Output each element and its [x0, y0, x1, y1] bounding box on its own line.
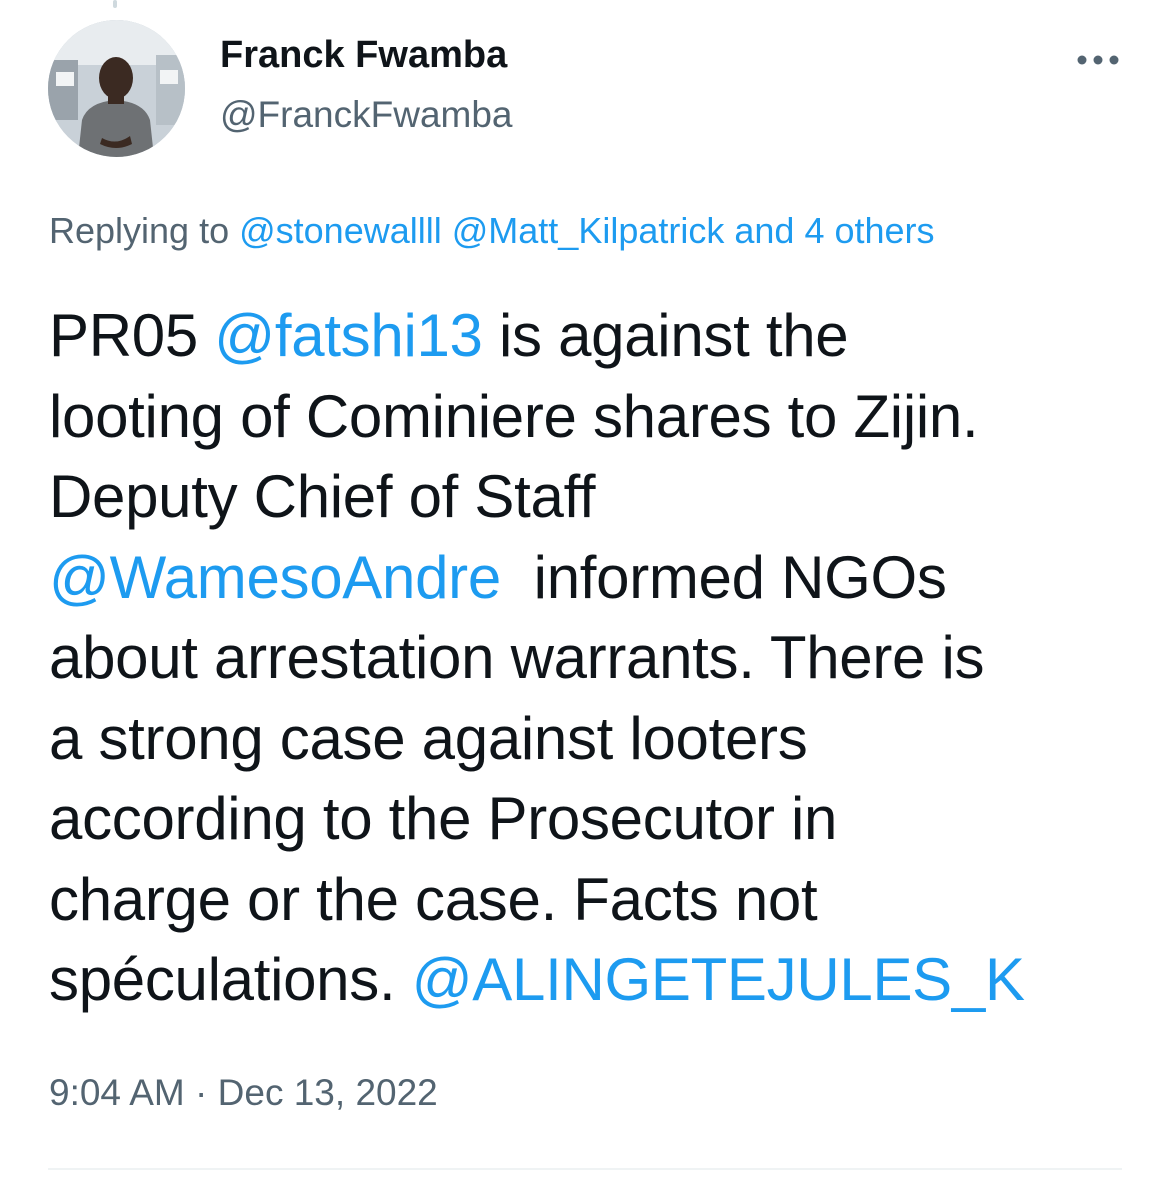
reply-others-link[interactable]: and 4 others [734, 210, 934, 251]
tweet-text-segment: PR05 [49, 302, 215, 369]
tweet-mention-link[interactable]: @WamesoAndre [49, 544, 501, 611]
avatar-photo [48, 20, 185, 157]
more-horizontal-icon [1077, 55, 1119, 65]
avatar[interactable] [48, 20, 185, 157]
tweet-text: PR05 @fatshi13 is against the looting of… [49, 296, 1134, 1021]
tweet-mention-link[interactable]: @ALINGETEJULES_K [412, 946, 1025, 1013]
tweet-time[interactable]: 9:04 AM [49, 1072, 185, 1113]
reply-context-prefix: Replying to [49, 210, 240, 251]
tweet-text-segment: informed NGOs about arrestation warrants… [49, 543, 985, 1014]
thread-connector-line [113, 0, 117, 8]
reply-context: Replying to @stonewallll @Matt_Kilpatric… [49, 210, 935, 252]
timestamp-separator: · [184, 1072, 218, 1113]
tweet-timestamp[interactable]: 9:04 AM · Dec 13, 2022 [49, 1072, 438, 1114]
tweet-date[interactable]: Dec 13, 2022 [218, 1072, 438, 1113]
tweet-mention-link[interactable]: @fatshi13 [214, 302, 483, 369]
reply-mention-link[interactable]: @stonewallll [239, 210, 442, 251]
reply-mention-link[interactable]: @Matt_Kilpatrick [452, 210, 725, 251]
divider [48, 1168, 1122, 1170]
author-display-name[interactable]: Franck Fwamba [220, 34, 507, 77]
author-handle[interactable]: @FranckFwamba [220, 94, 513, 136]
more-options-button[interactable] [1068, 40, 1128, 80]
